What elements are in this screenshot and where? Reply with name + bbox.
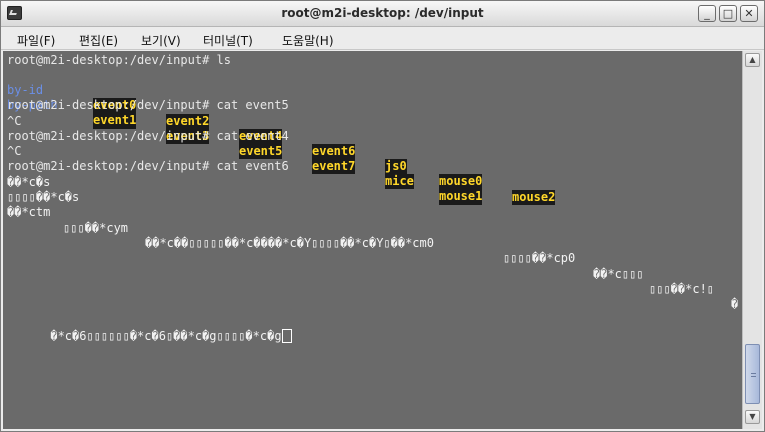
ls-file: mouse1: [439, 189, 483, 205]
menu-file[interactable]: 파일(F): [17, 32, 55, 49]
vertical-scrollbar[interactable]: ▲ ▼: [742, 51, 762, 429]
terminal-binary-output: ��*c▯▯▯: [593, 267, 644, 281]
terminal-binary-output: ▯▯▯▯��*c�s: [7, 190, 80, 204]
ls-row-2: by-path event1 event3 event5 event7 mice…: [7, 83, 483, 205]
terminal-binary-output: ��*ctm: [7, 205, 51, 219]
scroll-up-arrow-icon[interactable]: ▲: [745, 53, 760, 67]
close-button[interactable]: ✕: [740, 5, 758, 22]
terminal-binary-output: �*c�6▯▯▯▯▯▯�*c�6▯��*c�g▯▯▯▯�*c�g: [50, 329, 282, 344]
terminal-binary-output: �: [731, 297, 739, 311]
scrollbar-grip-icon: [751, 373, 756, 377]
menu-help[interactable]: 도움말(H): [282, 32, 334, 49]
ls-file: mouse0: [439, 174, 483, 190]
terminal-binary-output: ��*c��▯▯▯▯▯��*c����*c�Y▯▯▯▯��*c�Y▯��*cm0: [145, 236, 434, 250]
terminal-line: root@m2i-desktop:/dev/input# ls: [7, 53, 231, 67]
terminal-output[interactable]: root@m2i-desktop:/dev/input# ls by-id ev…: [3, 51, 742, 429]
terminal-line: ^C: [7, 114, 22, 128]
menu-view[interactable]: 보기(V): [141, 32, 181, 49]
ls-file: event7: [312, 159, 356, 175]
ls-file: mouse2: [512, 189, 556, 205]
terminal-line: root@m2i-desktop:/dev/input# cat event4: [7, 129, 289, 143]
ls-file: event6: [312, 144, 356, 160]
ls-file: event5: [239, 143, 283, 160]
terminal-window: root@m2i-desktop: /dev/input _ □ ✕ 파일(F)…: [0, 0, 765, 432]
text-cursor: [281, 329, 292, 344]
scrollbar-thumb[interactable]: [745, 344, 760, 404]
menu-bar: 파일(F) 편집(E) 보기(V) 터미널(T) 도움말(H): [1, 28, 764, 50]
terminal-binary-output: ��*c�s: [7, 175, 51, 189]
minimize-button[interactable]: _: [698, 5, 716, 22]
maximize-button[interactable]: □: [719, 5, 737, 22]
menu-terminal[interactable]: 터미널(T): [203, 32, 253, 49]
ls-file: js0: [385, 159, 407, 175]
window-title: root@m2i-desktop: /dev/input: [281, 6, 484, 20]
terminal-line: root@m2i-desktop:/dev/input# cat event5: [7, 98, 289, 112]
terminal-binary-output: ▯▯▯��*c!▯: [649, 282, 715, 296]
ls-file: event2: [166, 113, 210, 129]
terminal-line: ^C: [7, 144, 22, 158]
ls-file: mice: [385, 174, 414, 190]
scroll-down-arrow-icon[interactable]: ▼: [745, 410, 760, 424]
terminal-current-line: �*c�6▯▯▯▯▯▯�*c�6▯��*c�g▯▯▯▯�*c�g: [7, 314, 292, 344]
title-bar[interactable]: root@m2i-desktop: /dev/input _ □ ✕: [1, 1, 764, 27]
ls-row-1: by-id event0 event2 event4 event6 js0 mo…: [7, 68, 556, 205]
menu-edit[interactable]: 편집(E): [79, 32, 118, 49]
ls-file: event1: [93, 113, 137, 129]
terminal-binary-output: ▯▯▯▯��*cp0: [503, 251, 576, 265]
terminal-line: root@m2i-desktop:/dev/input# cat event6: [7, 159, 289, 173]
terminal-binary-output: ▯▯▯��*cym: [63, 221, 129, 235]
